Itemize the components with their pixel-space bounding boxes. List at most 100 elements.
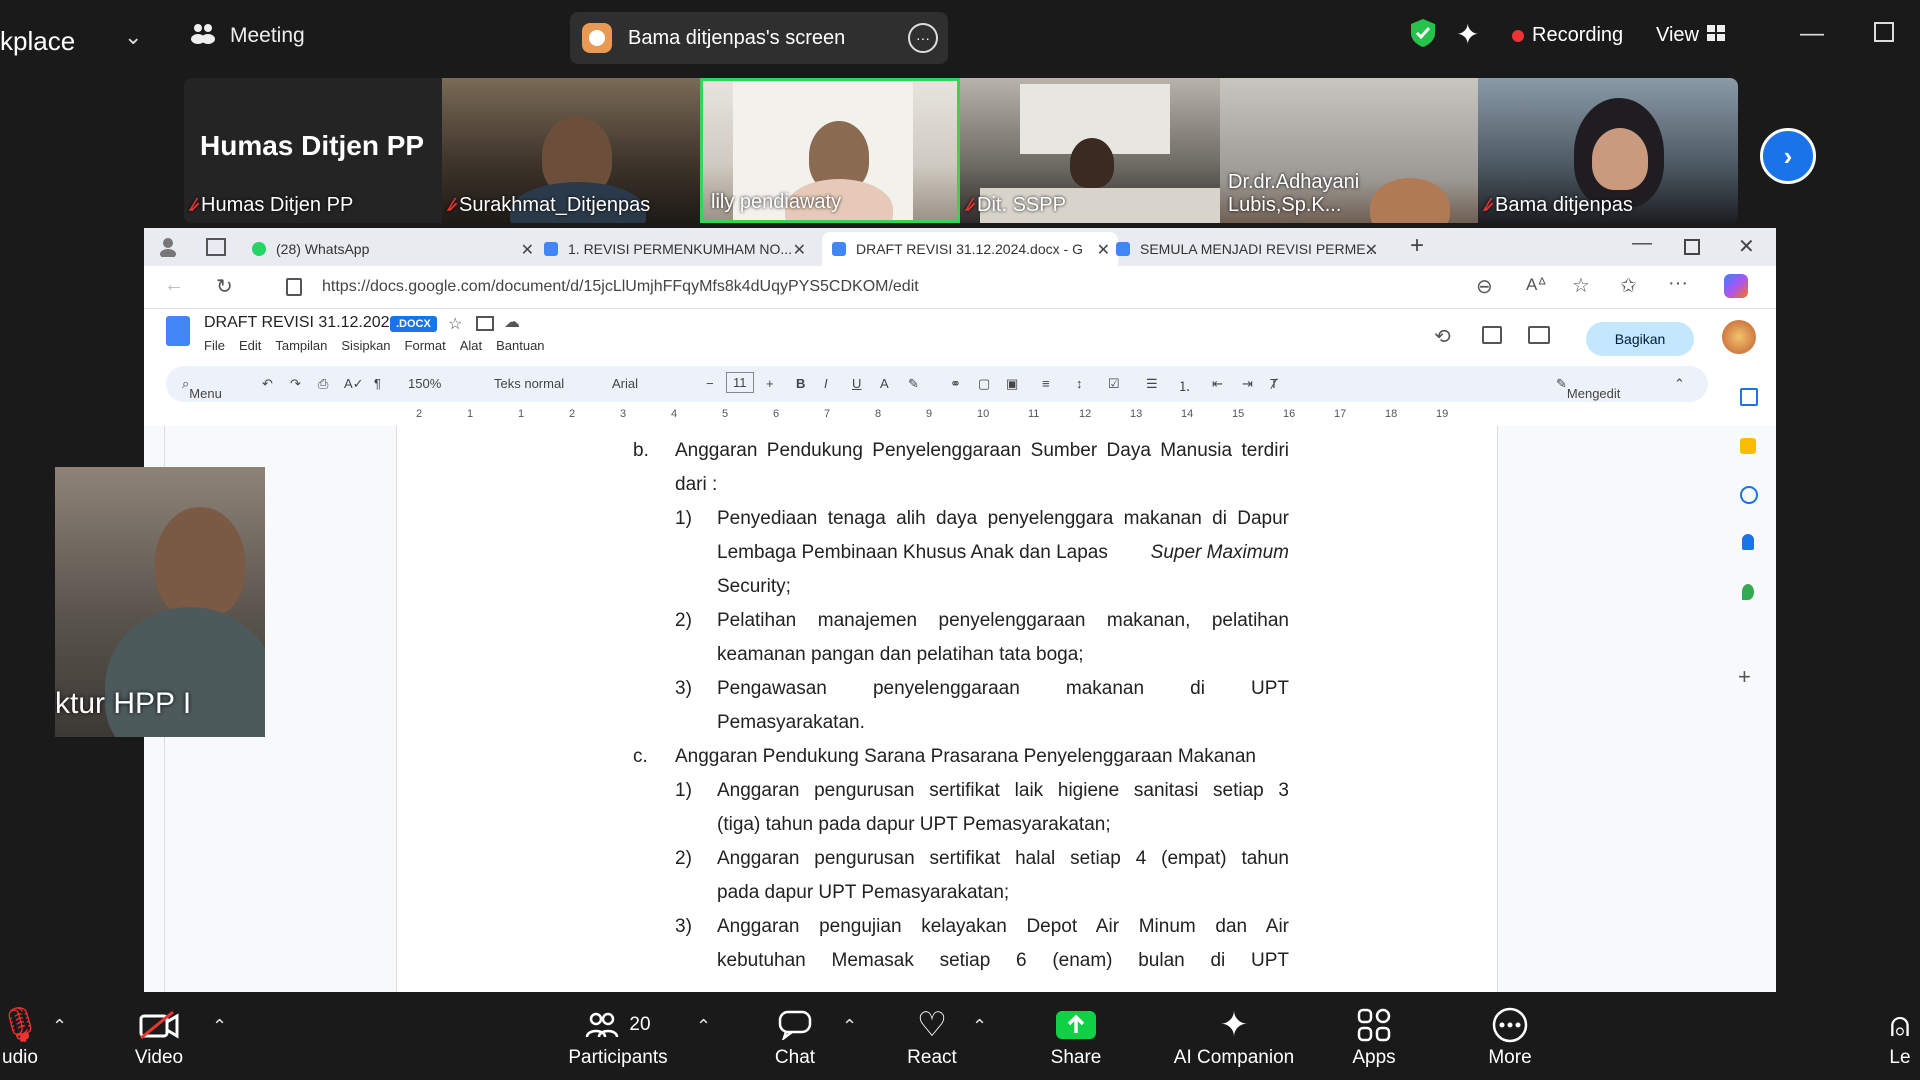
participant-tile[interactable]: Humas Ditjen PP ⁄̷ Humas Ditjen PP <box>184 78 442 223</box>
decrease-indent-icon[interactable]: ⇤ <box>1212 376 1223 392</box>
zoom-select[interactable]: 150% <box>408 376 441 391</box>
participant-tile[interactable]: ⁄̷ Bama ditjenpas <box>1478 78 1738 223</box>
link-icon[interactable]: ⚭ <box>950 376 961 392</box>
document-page[interactable]: b. Anggaran Pendukung Penyelenggaraan Sum… <box>396 426 1498 992</box>
read-aloud-icon[interactable]: Aᐞ <box>1526 275 1547 295</box>
close-icon[interactable]: ✕ <box>1365 240 1378 260</box>
close-icon[interactable]: ✕ <box>793 240 806 260</box>
line-spacing-icon[interactable]: ↕ <box>1076 376 1083 391</box>
image-icon[interactable]: ▣ <box>1006 376 1018 392</box>
video-button[interactable]: Video <box>118 992 200 1080</box>
paint-format-icon[interactable]: ¶ <box>374 376 381 391</box>
audio-button[interactable]: 🎙︎ udio <box>0 992 42 1080</box>
restore-window-button[interactable] <box>1874 22 1894 42</box>
participant-tile[interactable]: Dr.dr.Adhayani Lubis,Sp.K... <box>1220 78 1478 223</box>
participant-tile-active-speaker[interactable]: lily pendiawaty <box>700 78 960 223</box>
clear-format-icon[interactable]: Ⱦ <box>1270 376 1278 391</box>
new-tab-icon[interactable]: + <box>1410 232 1424 260</box>
maps-icon[interactable] <box>1742 584 1754 600</box>
participant-tile[interactable]: ⁄̷ Dit. SSPP <box>960 78 1220 223</box>
print-icon[interactable]: ⎙ <box>318 376 328 392</box>
participants-button[interactable]: 20 Participants <box>560 992 676 1080</box>
ai-companion-button[interactable]: ✦ AI Companion <box>1160 992 1308 1080</box>
font-size-field[interactable]: 11 <box>726 372 754 393</box>
more-icon[interactable]: ··· <box>1668 272 1688 295</box>
decrease-font-icon[interactable]: − <box>706 376 714 391</box>
profile-icon[interactable] <box>158 237 178 262</box>
checklist-icon[interactable]: ☑ <box>1108 376 1120 392</box>
menu-help[interactable]: Bantuan <box>496 338 544 353</box>
apps-button[interactable]: Apps <box>1334 992 1414 1080</box>
underline-icon[interactable]: U <box>852 376 861 391</box>
leave-button[interactable]: ⍝ Le <box>1880 992 1920 1080</box>
text-color-icon[interactable]: A <box>880 376 889 391</box>
undo-icon[interactable]: ↶ <box>262 376 273 392</box>
meeting-menu[interactable]: Meeting <box>190 22 305 50</box>
participant-tile[interactable]: ⁄̷ Surakhmat_Ditjenpas <box>442 78 700 223</box>
redo-icon[interactable]: ↷ <box>290 376 301 392</box>
react-button[interactable]: ♡ React <box>892 992 972 1080</box>
url-field[interactable]: https://docs.google.com/document/d/15jcL… <box>322 278 919 296</box>
spellcheck-icon[interactable]: A✓ <box>344 376 364 392</box>
tab-revisi-permenkumham[interactable]: 1. REVISI PERMENKUMHAM NO... ✕ <box>544 232 814 266</box>
video-options-caret-icon[interactable]: ⌃ <box>212 1016 227 1037</box>
menu-edit[interactable]: Edit <box>239 338 261 353</box>
minimize-icon[interactable]: — <box>1632 232 1652 255</box>
close-icon[interactable]: ✕ <box>1097 240 1110 260</box>
workspace-name[interactable]: kplace <box>0 26 75 57</box>
increase-font-icon[interactable]: + <box>766 376 774 391</box>
audio-options-caret-icon[interactable]: ⌃ <box>52 1016 67 1037</box>
comments-icon[interactable] <box>1482 326 1502 344</box>
menu-insert[interactable]: Sisipkan <box>341 338 390 353</box>
meet-icon[interactable] <box>1528 326 1550 344</box>
more-options-icon[interactable]: ··· <box>908 23 938 53</box>
collapse-toolbar-icon[interactable]: ⌃ <box>1674 376 1685 392</box>
view-button[interactable]: View <box>1656 24 1725 47</box>
editing-mode-select[interactable]: ✎ Mengedit <box>1556 376 1620 401</box>
align-icon[interactable]: ≡ <box>1042 376 1050 391</box>
next-page-chevron-icon[interactable]: › <box>1760 128 1816 184</box>
search-menu[interactable]: ⌕ Menu <box>182 376 222 401</box>
highlight-icon[interactable]: ✎ <box>908 376 919 392</box>
restore-icon[interactable] <box>1684 239 1700 255</box>
reload-icon[interactable]: ↻ <box>216 274 233 299</box>
comment-icon[interactable]: ▢ <box>978 376 990 392</box>
version-history-icon[interactable]: ⟲ <box>1434 324 1451 349</box>
screen-share-indicator[interactable]: Bama ditjenpas's screen ··· <box>570 12 948 64</box>
tab-semula-menjadi[interactable]: SEMULA MENJADI REVISI PERME... ✕ <box>1116 232 1386 266</box>
more-button[interactable]: More <box>1470 992 1550 1080</box>
share-doc-button[interactable]: Bagikan <box>1586 322 1694 356</box>
site-info-icon[interactable] <box>286 278 302 296</box>
tab-draft-revisi[interactable]: DRAFT REVISI 31.12.2024.docx - G ✕ <box>822 232 1118 266</box>
add-addon-icon[interactable]: + <box>1738 664 1751 690</box>
favorites-icon[interactable]: ✩ <box>1620 273 1637 298</box>
menu-file[interactable]: File <box>204 338 225 353</box>
favorite-star-icon[interactable]: ☆ <box>1572 273 1590 298</box>
close-icon[interactable]: ✕ <box>521 240 534 260</box>
italic-icon[interactable]: I <box>824 376 828 391</box>
security-shield-icon[interactable] <box>1410 18 1436 53</box>
star-icon[interactable]: ☆ <box>448 314 462 334</box>
google-docs-logo-icon[interactable] <box>166 316 190 346</box>
move-folder-icon[interactable] <box>476 316 494 331</box>
tab-actions-icon[interactable] <box>206 238 226 256</box>
close-window-icon[interactable]: ✕ <box>1738 234 1755 259</box>
numbered-list-icon[interactable]: ⒈ <box>1178 376 1191 395</box>
contacts-icon[interactable] <box>1742 534 1754 550</box>
self-view-video[interactable]: ktur HPP I <box>55 467 265 737</box>
participants-caret-icon[interactable]: ⌃ <box>696 1016 711 1037</box>
increase-indent-icon[interactable]: ⇥ <box>1242 376 1253 392</box>
recording-indicator[interactable]: Recording <box>1512 24 1623 47</box>
style-select[interactable]: Teks normal <box>494 376 564 391</box>
calendar-icon[interactable] <box>1740 388 1758 406</box>
bold-icon[interactable]: B <box>796 376 805 391</box>
ai-sparkle-icon[interactable]: ✦ <box>1456 18 1479 51</box>
bulleted-list-icon[interactable]: ☰ <box>1146 376 1158 392</box>
chat-button[interactable]: Chat <box>752 992 838 1080</box>
cloud-status-icon[interactable]: ☁ <box>504 312 520 332</box>
minimize-window-button[interactable]: — <box>1800 20 1824 48</box>
tab-whatsapp[interactable]: (28) WhatsApp ✕ <box>252 232 542 266</box>
copilot-icon[interactable] <box>1724 274 1748 298</box>
chat-caret-icon[interactable]: ⌃ <box>842 1016 857 1037</box>
react-caret-icon[interactable]: ⌃ <box>972 1016 987 1037</box>
